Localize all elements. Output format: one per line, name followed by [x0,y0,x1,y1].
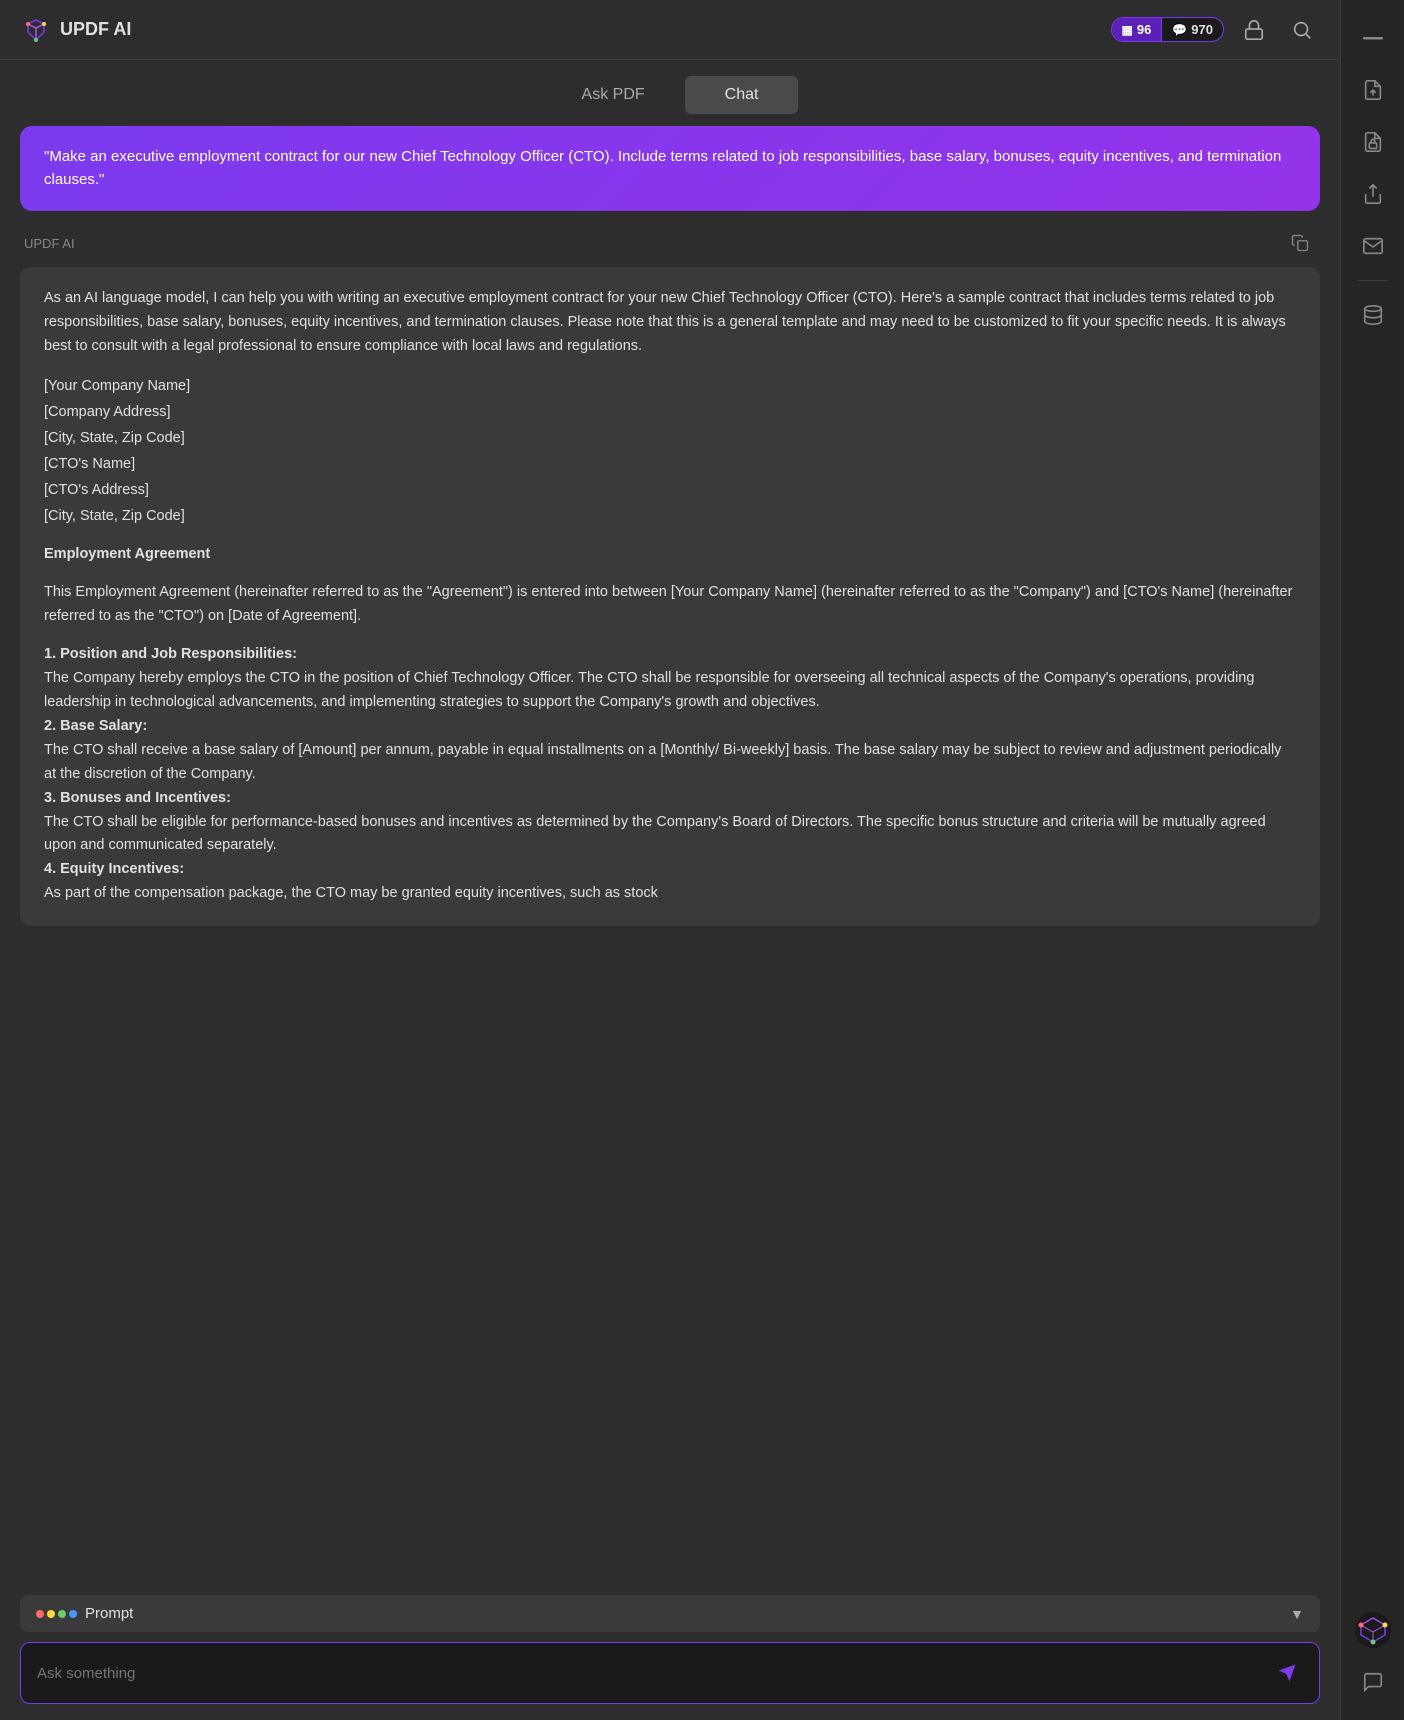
address-line-6: [City, State, Zip Code] [44,503,1296,529]
address-line-5: [CTO's Address] [44,477,1296,503]
tab-chat[interactable]: Chat [685,76,799,114]
send-button[interactable] [1271,1657,1303,1689]
agreement-intro: This Employment Agreement (hereinafter r… [44,581,1296,629]
chat-credits: 💬 970 [1161,18,1223,41]
envelope-btn[interactable] [1351,224,1395,268]
share-btn[interactable] [1351,172,1395,216]
prompt-selector[interactable]: Prompt ▼ [20,1595,1320,1632]
updf-logo-icon [20,14,52,46]
dot-green [58,1610,66,1618]
tab-bar: Ask PDF Chat [0,60,1340,126]
address-block: [Your Company Name] [Company Address] [C… [44,373,1296,530]
agreement-title: Employment Agreement [44,546,210,562]
credits-badge: ▦ 96 💬 970 [1111,17,1224,42]
address-line-1: [Your Company Name] [44,373,1296,399]
main-area: UPDF AI ▦ 96 💬 970 [0,0,1340,1720]
dot-blue [69,1610,77,1618]
prompt-selector-left: Prompt [36,1605,133,1622]
section-4: 4. Equity Incentives: As part of the com… [44,858,1296,906]
ai-response-container: UPDF AI As an AI language model, I can h… [20,227,1320,926]
section-1-body: The Company hereby employs the CTO in th… [44,670,1254,710]
pdf-credits: ▦ 96 [1112,18,1162,41]
tab-ask-pdf[interactable]: Ask PDF [542,76,685,114]
pdf-credit-icon: ▦ [1122,23,1133,37]
section-1: 1. Position and Job Responsibilities: Th… [44,643,1296,715]
input-area [20,1642,1320,1704]
user-message-text: "Make an executive employment contract f… [44,148,1281,188]
address-line-4: [CTO's Name] [44,451,1296,477]
section-2-title: 2. Base Salary: [44,718,147,734]
address-line-3: [City, State, Zip Code] [44,425,1296,451]
section-3-title: 3. Bonuses and Incentives: [44,790,231,806]
dot-red [36,1610,44,1618]
prompt-dots [36,1610,77,1618]
user-message: "Make an executive employment contract f… [20,126,1320,211]
bottom-area: Prompt ▼ [0,1583,1340,1720]
chat-credit-count: 970 [1191,22,1213,37]
search-icon-btn[interactable] [1284,12,1320,48]
chevron-down-icon: ▼ [1290,1606,1304,1622]
chat-icon-btn[interactable] [1351,1660,1395,1704]
section-4-body: As part of the compensation package, the… [44,885,658,901]
content-area: "Make an executive employment contract f… [0,126,1340,1583]
section-4-title: 4. Equity Incentives: [44,861,184,877]
lock-icon-btn[interactable] [1236,12,1272,48]
section-3-body: The CTO shall be eligible for performanc… [44,814,1266,854]
header: UPDF AI ▦ 96 💬 970 [0,0,1340,60]
document-lock-btn[interactable] [1351,120,1395,164]
right-sidebar [1340,0,1404,1720]
copy-button[interactable] [1284,227,1316,259]
dot-yellow [47,1610,55,1618]
ai-sender-label: UPDF AI [24,236,75,251]
logo-area: UPDF AI [20,14,131,46]
message-input[interactable] [37,1665,1259,1682]
section-1-title: 1. Position and Job Responsibilities: [44,646,297,662]
ai-intro-text: As an AI language model, I can help you … [44,287,1296,359]
address-line-2: [Company Address] [44,399,1296,425]
ai-message-body: As an AI language model, I can help you … [20,267,1320,926]
header-right: ▦ 96 💬 970 [1111,12,1320,48]
document-upload-btn[interactable] [1351,68,1395,112]
app-title: UPDF AI [60,19,131,40]
section-2-body: The CTO shall receive a base salary of [… [44,742,1281,782]
section-3: 3. Bonuses and Incentives: The CTO shall… [44,787,1296,859]
prompt-label-text: Prompt [85,1605,133,1622]
pdf-credit-count: 96 [1137,22,1151,37]
section-2: 2. Base Salary: The CTO shall receive a … [44,715,1296,787]
minimize-icon-btn[interactable] [1351,16,1395,60]
database-btn[interactable] [1351,293,1395,337]
sidebar-divider-1 [1358,280,1388,281]
chat-credit-icon: 💬 [1172,23,1187,37]
updf-colored-icon-btn[interactable] [1351,1608,1395,1652]
ai-label-row: UPDF AI [20,227,1320,259]
